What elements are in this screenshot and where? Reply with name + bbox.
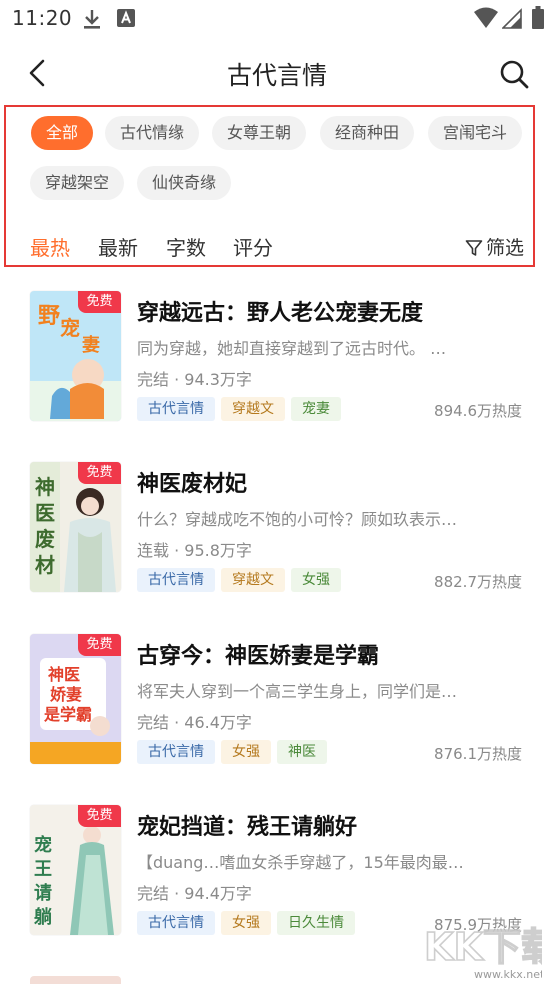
book-tags: 古代言情 穿越文 宠妻 — [137, 397, 347, 421]
svg-text:www.kkx.net: www.kkx.net — [474, 968, 542, 981]
chip-all[interactable]: 全部 — [31, 116, 94, 150]
book-cover[interactable]: 神 医 废 材 免费 — [30, 462, 121, 592]
book-tags: 古代言情 穿越文 女强 — [137, 568, 347, 592]
chip-xianxia-romance[interactable]: 仙侠奇缘 — [137, 166, 232, 200]
svg-text:王: 王 — [34, 859, 52, 880]
tag[interactable]: 穿越文 — [221, 397, 285, 421]
svg-text:是学霸: 是学霸 — [43, 705, 92, 724]
page-title: 古代言情 — [226, 61, 327, 90]
svg-text:妻: 妻 — [82, 335, 100, 356]
free-badge: 免费 — [78, 634, 121, 656]
book-heat: 894.6万热度 — [434, 402, 522, 420]
search-icon — [500, 60, 529, 89]
chip-time-travel[interactable]: 穿越架空 — [30, 166, 125, 200]
signal-icon — [501, 7, 522, 33]
svg-text:野: 野 — [38, 304, 60, 329]
app-bar: 古代言情 — [0, 44, 554, 104]
book-tags: 古代言情 女强 日久生情 — [137, 911, 361, 935]
tag[interactable]: 古代言情 — [137, 911, 215, 935]
svg-text:躺: 躺 — [34, 906, 52, 928]
svg-text:废: 废 — [35, 527, 55, 551]
book-meta: 完结 · 94.3万字 — [137, 370, 252, 389]
tag[interactable]: 女强 — [291, 568, 341, 592]
book-item[interactable]: 神 医 废 材 免费 神医废材妃 什么？穿越成吃不饱的小可怜？顾如玖表示：不… … — [0, 462, 554, 612]
svg-text:宠: 宠 — [34, 834, 52, 856]
free-badge: 免费 — [78, 462, 121, 484]
svg-text:神医: 神医 — [48, 665, 80, 684]
svg-text:宠: 宠 — [60, 316, 80, 340]
chip-business-farming[interactable]: 经商种田 — [320, 116, 415, 150]
status-bar: 11:20 — [0, 0, 554, 36]
sort-word-count[interactable]: 字数 — [166, 232, 206, 261]
book-tags: 古代言情 女强 神医 — [137, 740, 333, 764]
tag[interactable]: 古代言情 — [137, 740, 215, 764]
sort-hottest[interactable]: 最热 — [30, 232, 70, 261]
tag[interactable]: 穿越文 — [221, 568, 285, 592]
book-item[interactable]: 野 宠 妻 免费 穿越远古：野人老公宠妻无度 同为穿越，她却直接穿越到了远古时代… — [0, 291, 554, 441]
svg-text:请: 请 — [34, 883, 52, 904]
tag[interactable]: 女强 — [221, 911, 271, 935]
book-cover[interactable]: 宠 王 请 躺 免费 — [30, 805, 121, 935]
chip-palace-intrigue[interactable]: 宫闱宅斗 — [428, 116, 523, 150]
free-badge: 免费 — [78, 291, 121, 313]
book-title: 穿越远古：野人老公宠妻无度 — [137, 301, 424, 326]
chip-ancient-romance[interactable]: 古代情缘 — [105, 116, 200, 150]
book-description: 同为穿越，她却直接穿越到了远古时代。 … — [137, 339, 447, 358]
tag[interactable]: 女强 — [221, 740, 271, 764]
svg-text:神: 神 — [35, 475, 55, 499]
svg-text:材: 材 — [35, 553, 55, 577]
next-book-cover-peek — [30, 976, 121, 984]
filter-button[interactable]: 筛选 — [465, 233, 524, 260]
book-title: 神医废材妃 — [137, 472, 248, 497]
battery-icon — [532, 6, 544, 34]
tag[interactable]: 日久生情 — [277, 911, 355, 935]
tag[interactable]: 神医 — [277, 740, 327, 764]
watermark-logo: KK下载 www.kkx.net — [423, 924, 554, 981]
filter-label: 筛选 — [485, 237, 524, 259]
chip-female-dynasty[interactable]: 女尊王朝 — [212, 116, 307, 150]
book-heat: 882.7万热度 — [434, 573, 522, 591]
site-watermark: KK下载 www.kkx.net — [420, 910, 554, 982]
svg-text:KK下载: KK下载 — [424, 925, 542, 969]
tag[interactable]: 古代言情 — [137, 568, 215, 592]
notification-a-icon — [116, 8, 136, 32]
book-title: 古穿今：神医娇妻是学霸 — [137, 644, 380, 669]
sort-newest[interactable]: 最新 — [98, 232, 138, 261]
book-meta: 完结 · 46.4万字 — [137, 713, 252, 732]
book-description: 将军夫人穿到一个高三学生身上，同学们是这样… — [137, 682, 467, 701]
sort-rating[interactable]: 评分 — [233, 232, 273, 261]
book-cover[interactable]: 神医 娇妻 是学霸 免费 — [30, 634, 121, 764]
book-description: 什么？穿越成吃不饱的小可怜？顾如玖表示：不… — [137, 510, 467, 529]
wifi-icon — [474, 7, 498, 33]
sort-bar: 最热 最新 字数 评分 筛选 — [30, 232, 524, 262]
book-title: 宠妃挡道：残王请躺好 — [137, 815, 358, 840]
svg-text:娇妻: 娇妻 — [50, 685, 82, 704]
book-description: 【duang…嗜血女杀手穿越了，15年最肉最宠穿… — [137, 853, 467, 872]
book-meta: 连载 · 95.8万字 — [137, 541, 252, 560]
book-cover[interactable]: 野 宠 妻 免费 — [30, 291, 121, 421]
status-time: 11:20 — [12, 6, 73, 30]
svg-text:医: 医 — [35, 501, 55, 525]
free-badge: 免费 — [78, 805, 121, 827]
book-meta: 完结 · 94.4万字 — [137, 884, 252, 903]
book-item[interactable]: 神医 娇妻 是学霸 免费 古穿今：神医娇妻是学霸 将军夫人穿到一个高三学生身上，… — [0, 634, 554, 784]
tag[interactable]: 宠妻 — [291, 397, 341, 421]
tag[interactable]: 古代言情 — [137, 397, 215, 421]
book-heat: 876.1万热度 — [434, 745, 522, 763]
search-button[interactable] — [496, 56, 532, 92]
download-icon — [82, 8, 102, 34]
funnel-icon — [465, 240, 483, 256]
